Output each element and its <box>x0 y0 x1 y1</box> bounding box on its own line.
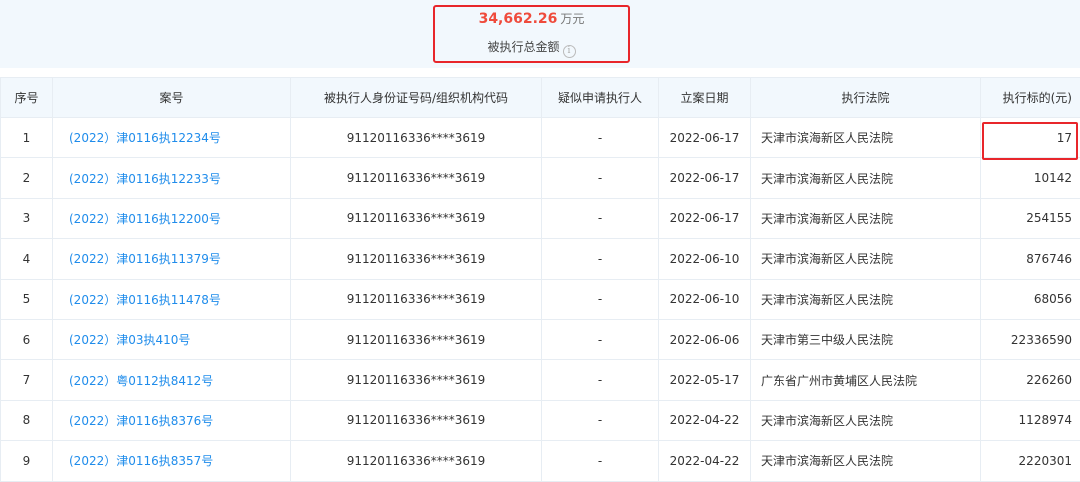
applicant: - <box>542 279 659 319</box>
applicant: - <box>542 400 659 440</box>
row-index: 4 <box>1 239 53 279</box>
id-code: 91120116336****3619 <box>291 400 542 440</box>
table-row: 8 (2022）津0116执8376号 91120116336****3619 … <box>1 400 1080 440</box>
case-number-link[interactable]: (2022）粤0112执8412号 <box>53 360 291 400</box>
total-amount-unit: 万元 <box>560 12 584 26</box>
applicant: - <box>542 118 659 158</box>
row-index: 1 <box>1 118 53 158</box>
table-row: 2 (2022）津0116执12233号 91120116336****3619… <box>1 158 1080 198</box>
header-case-number: 案号 <box>53 78 291 118</box>
table-header-row: 序号 案号 被执行人身份证号码/组织机构代码 疑似申请执行人 立案日期 执行法院… <box>1 78 1080 118</box>
case-number-link[interactable]: (2022）津0116执12233号 <box>53 158 291 198</box>
total-amount-label-line: 被执行总金额 i <box>433 38 630 58</box>
row-index: 5 <box>1 279 53 319</box>
row-index: 9 <box>1 441 53 481</box>
applicant: - <box>542 441 659 481</box>
header-index: 序号 <box>1 78 53 118</box>
court: 天津市滨海新区人民法院 <box>751 441 981 481</box>
court: 广东省广州市黄埔区人民法院 <box>751 360 981 400</box>
court: 天津市滨海新区人民法院 <box>751 158 981 198</box>
target-amount: 10142 <box>981 158 1080 198</box>
table-row: 9 (2022）津0116执8357号 91120116336****3619 … <box>1 441 1080 481</box>
case-number-link[interactable]: (2022）津0116执8357号 <box>53 441 291 481</box>
filing-date: 2022-04-22 <box>659 400 751 440</box>
case-number-link[interactable]: (2022）津0116执12234号 <box>53 118 291 158</box>
row-index: 8 <box>1 400 53 440</box>
filing-date: 2022-06-17 <box>659 158 751 198</box>
case-number-link[interactable]: (2022）津0116执11379号 <box>53 239 291 279</box>
court: 天津市滨海新区人民法院 <box>751 400 981 440</box>
header-target-amount: 执行标的(元) <box>981 78 1080 118</box>
id-code: 91120116336****3619 <box>291 360 542 400</box>
filing-date: 2022-04-22 <box>659 441 751 481</box>
total-amount-line: 34,662.26万元 <box>433 10 630 27</box>
enforcement-table: 序号 案号 被执行人身份证号码/组织机构代码 疑似申请执行人 立案日期 执行法院… <box>0 77 1080 482</box>
id-code: 91120116336****3619 <box>291 441 542 481</box>
id-code: 91120116336****3619 <box>291 118 542 158</box>
header-filing-date: 立案日期 <box>659 78 751 118</box>
header-applicant: 疑似申请执行人 <box>542 78 659 118</box>
target-amount-highlight-box <box>982 122 1078 160</box>
filing-date: 2022-06-17 <box>659 118 751 158</box>
case-number-link[interactable]: (2022）津0116执11478号 <box>53 279 291 319</box>
case-number-link[interactable]: (2022）津0116执8376号 <box>53 400 291 440</box>
row-index: 2 <box>1 158 53 198</box>
table-row: 3 (2022）津0116执12200号 91120116336****3619… <box>1 198 1080 238</box>
total-amount: 34,662.26 <box>479 11 558 27</box>
target-amount: 1128974 <box>981 400 1080 440</box>
case-number-link[interactable]: (2022）津0116执12200号 <box>53 198 291 238</box>
court: 天津市第三中级人民法院 <box>751 319 981 359</box>
filing-date: 2022-06-06 <box>659 319 751 359</box>
total-amount-label: 被执行总金额 <box>487 40 559 54</box>
filing-date: 2022-06-10 <box>659 279 751 319</box>
target-amount: 2220301 <box>981 441 1080 481</box>
target-amount: 226260 <box>981 360 1080 400</box>
target-amount: 876746 <box>981 239 1080 279</box>
header-court: 执行法院 <box>751 78 981 118</box>
court: 天津市滨海新区人民法院 <box>751 279 981 319</box>
case-number-link[interactable]: (2022）津03执410号 <box>53 319 291 359</box>
court: 天津市滨海新区人民法院 <box>751 239 981 279</box>
table-row: 1 (2022）津0116执12234号 91120116336****3619… <box>1 118 1080 158</box>
id-code: 91120116336****3619 <box>291 319 542 359</box>
target-amount: 22336590 <box>981 319 1080 359</box>
target-amount: 68056 <box>981 279 1080 319</box>
applicant: - <box>542 158 659 198</box>
row-index: 6 <box>1 319 53 359</box>
applicant: - <box>542 239 659 279</box>
table-row: 4 (2022）津0116执11379号 91120116336****3619… <box>1 239 1080 279</box>
row-index: 3 <box>1 198 53 238</box>
applicant: - <box>542 319 659 359</box>
court: 天津市滨海新区人民法院 <box>751 118 981 158</box>
id-code: 91120116336****3619 <box>291 239 542 279</box>
info-icon[interactable]: i <box>563 45 576 58</box>
id-code: 91120116336****3619 <box>291 198 542 238</box>
court: 天津市滨海新区人民法院 <box>751 198 981 238</box>
summary-panel: 34,662.26万元 被执行总金额 i <box>0 0 1080 68</box>
filing-date: 2022-05-17 <box>659 360 751 400</box>
filing-date: 2022-06-10 <box>659 239 751 279</box>
target-amount: 254155 <box>981 198 1080 238</box>
row-index: 7 <box>1 360 53 400</box>
table-row: 7 (2022）粤0112执8412号 91120116336****3619 … <box>1 360 1080 400</box>
table-row: 5 (2022）津0116执11478号 91120116336****3619… <box>1 279 1080 319</box>
applicant: - <box>542 198 659 238</box>
id-code: 91120116336****3619 <box>291 158 542 198</box>
header-id-code: 被执行人身份证号码/组织机构代码 <box>291 78 542 118</box>
applicant: - <box>542 360 659 400</box>
table-row: 6 (2022）津03执410号 91120116336****3619 - 2… <box>1 319 1080 359</box>
id-code: 91120116336****3619 <box>291 279 542 319</box>
filing-date: 2022-06-17 <box>659 198 751 238</box>
